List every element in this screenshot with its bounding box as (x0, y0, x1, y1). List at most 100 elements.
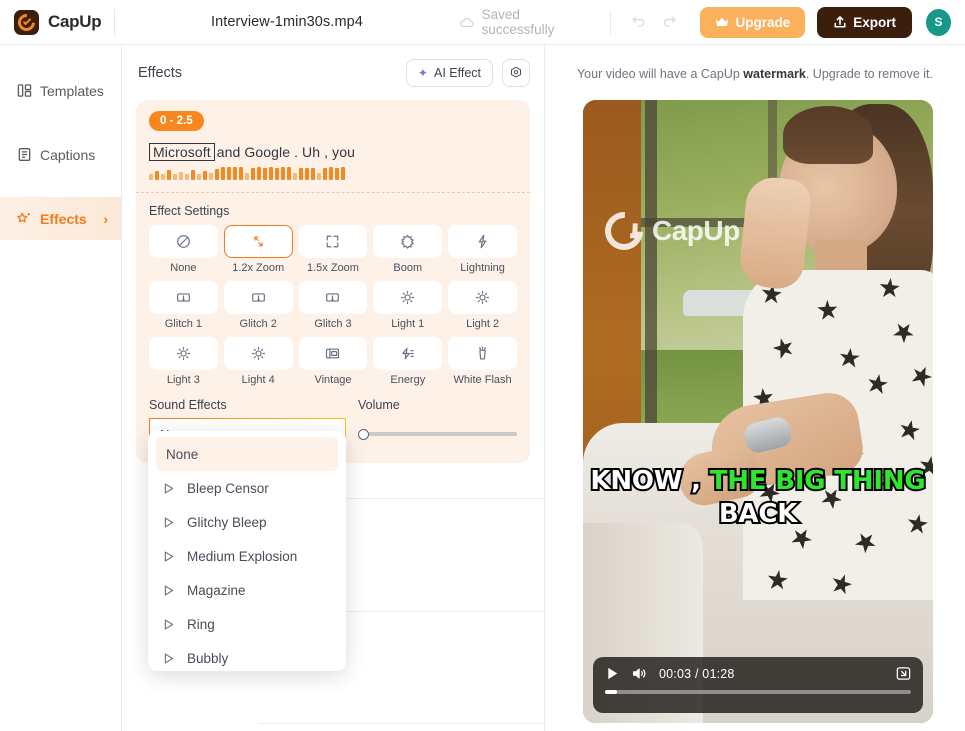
dropdown-option-bleep-censor[interactable]: Bleep Censor (148, 471, 346, 505)
waveform-bar (179, 172, 183, 180)
app-root: CapUp Interview-1min30s.mp4 Saved succes… (0, 0, 965, 731)
video-preview-pane: Your video will have a CapUp watermark. … (545, 45, 965, 731)
play-preview-icon[interactable] (162, 618, 175, 631)
glitch-frame-icon (176, 293, 190, 302)
waveform-bar (191, 170, 195, 180)
brand-logo-area[interactable]: CapUp (0, 9, 114, 35)
volume-slider-track[interactable] (367, 432, 517, 436)
effect-tile (373, 281, 443, 314)
waveform-bar (185, 174, 189, 180)
effect-label: Glitch 1 (164, 318, 203, 330)
avatar[interactable]: S (925, 8, 951, 36)
dropdown-option-label: Ring (187, 616, 215, 632)
player-progress-bar[interactable] (605, 690, 911, 694)
effect-option-light-1[interactable]: Light 1 (373, 281, 443, 330)
effects-icon (17, 212, 30, 223)
glitch-frame-icon (326, 293, 340, 302)
player-control-row: 00:03 / 01:28 (605, 666, 911, 681)
waveform-bar (299, 168, 303, 180)
dropdown-option-none[interactable]: None (156, 437, 338, 471)
settings-gear-button[interactable] (502, 59, 530, 87)
waveform-bar (323, 168, 327, 180)
lightning-bolt-icon (478, 234, 487, 249)
dress-pattern-dot (897, 418, 922, 443)
effect-tile (149, 337, 218, 370)
play-preview-icon[interactable] (162, 550, 175, 563)
capup-watermark-text: CapUp (652, 215, 740, 246)
redo-icon[interactable] (662, 14, 678, 30)
waveform-bar (161, 174, 165, 180)
video-frame[interactable]: CapUp KNOW , THE BIG THING BACK 00:03 / … (583, 100, 933, 723)
waveform-bar (149, 174, 153, 180)
effect-option-lightning[interactable]: Lightning (448, 225, 517, 274)
effect-tile (223, 225, 293, 258)
dropdown-option-medium-explosion[interactable]: Medium Explosion (148, 539, 346, 573)
clip-transcript[interactable]: Microsoft and Google . Uh , you (149, 143, 517, 161)
play-preview-icon[interactable] (162, 584, 175, 597)
effect-option-glitch-2[interactable]: Glitch 2 (223, 281, 293, 330)
play-preview-icon[interactable] (162, 652, 175, 665)
effect-option-vintage[interactable]: Vintage (298, 337, 368, 386)
dropdown-option-label: None (166, 446, 199, 462)
volume-icon[interactable] (632, 666, 647, 681)
waveform-bar (167, 170, 171, 180)
sidebar-item-templates[interactable]: Templates (0, 69, 121, 112)
fullscreen-icon[interactable] (896, 666, 911, 681)
video-caption-overlay: KNOW , THE BIG THING BACK (583, 464, 933, 531)
file-title[interactable]: Interview-1min30s.mp4 (211, 14, 363, 30)
clip-divider-3 (259, 723, 544, 724)
effect-option-none[interactable]: None (149, 225, 218, 274)
effect-option-boom[interactable]: Boom (373, 225, 443, 274)
waveform-bar (197, 174, 201, 180)
save-status: Saved successfully (459, 7, 588, 37)
transcript-highlight-word[interactable]: Microsoft (149, 143, 215, 161)
play-preview-icon[interactable] (162, 516, 175, 529)
effect-option-1-5x-zoom[interactable]: 1.5x Zoom (298, 225, 368, 274)
export-button[interactable]: Export (817, 6, 912, 38)
effect-option-glitch-3[interactable]: Glitch 3 (298, 281, 368, 330)
waveform-bar (329, 167, 333, 180)
dropdown-option-ring[interactable]: Ring (148, 607, 346, 641)
dropdown-option-magazine[interactable]: Magazine (148, 573, 346, 607)
captions-icon (18, 148, 31, 161)
dress-pattern-dot (908, 363, 933, 391)
sound-effects-dropdown[interactable]: None Bleep Censor Glitchy Bleep Medium Expl… (148, 431, 346, 671)
effect-option-light-2[interactable]: Light 2 (448, 281, 517, 330)
no-effect-icon (176, 235, 190, 248)
play-icon[interactable] (605, 666, 620, 681)
upgrade-button[interactable]: Upgrade (700, 6, 806, 38)
sidebar-item-effects[interactable]: Effects › (0, 197, 121, 240)
sun-light-icon (476, 290, 490, 305)
effect-option-1-2x-zoom[interactable]: 1.2x Zoom (223, 225, 293, 274)
capup-watermark-icon (597, 204, 651, 258)
video-still-image (583, 100, 933, 723)
boom-burst-icon (401, 234, 414, 249)
effect-tile (149, 281, 218, 314)
zoom-expand-icon (327, 235, 339, 248)
effect-option-white-flash[interactable]: White Flash (448, 337, 517, 386)
volume-slider[interactable] (358, 424, 517, 444)
effect-label: 1.5x Zoom (307, 262, 359, 274)
effect-label: Glitch 3 (314, 318, 352, 330)
effect-option-light-3[interactable]: Light 3 (149, 337, 218, 386)
undo-icon[interactable] (630, 14, 646, 30)
dropdown-option-label: Magazine (187, 582, 246, 598)
ai-effect-button[interactable]: ✦ AI Effect (405, 59, 493, 87)
effect-option-energy[interactable]: Energy (373, 337, 443, 386)
flashlight-icon (479, 346, 486, 360)
dropdown-option-glitchy-bleep[interactable]: Glitchy Bleep (148, 505, 346, 539)
chevron-right-icon: › (103, 210, 108, 227)
dress-pattern-dot (814, 297, 841, 324)
effect-label: White Flash (453, 374, 512, 386)
volume-slider-knob[interactable] (358, 428, 369, 440)
energy-icon (402, 347, 414, 360)
effect-option-light-4[interactable]: Light 4 (223, 337, 293, 386)
dress-pattern-dot (877, 276, 902, 301)
play-preview-icon[interactable] (162, 482, 175, 495)
sidebar-label-effects: Effects (40, 210, 87, 227)
effect-label: Energy (390, 374, 426, 386)
effect-option-glitch-1[interactable]: Glitch 1 (149, 281, 218, 330)
dropdown-option-bubbly[interactable]: Bubbly (148, 641, 346, 671)
effect-tile (223, 281, 293, 314)
sidebar-item-captions[interactable]: Captions (0, 133, 121, 176)
